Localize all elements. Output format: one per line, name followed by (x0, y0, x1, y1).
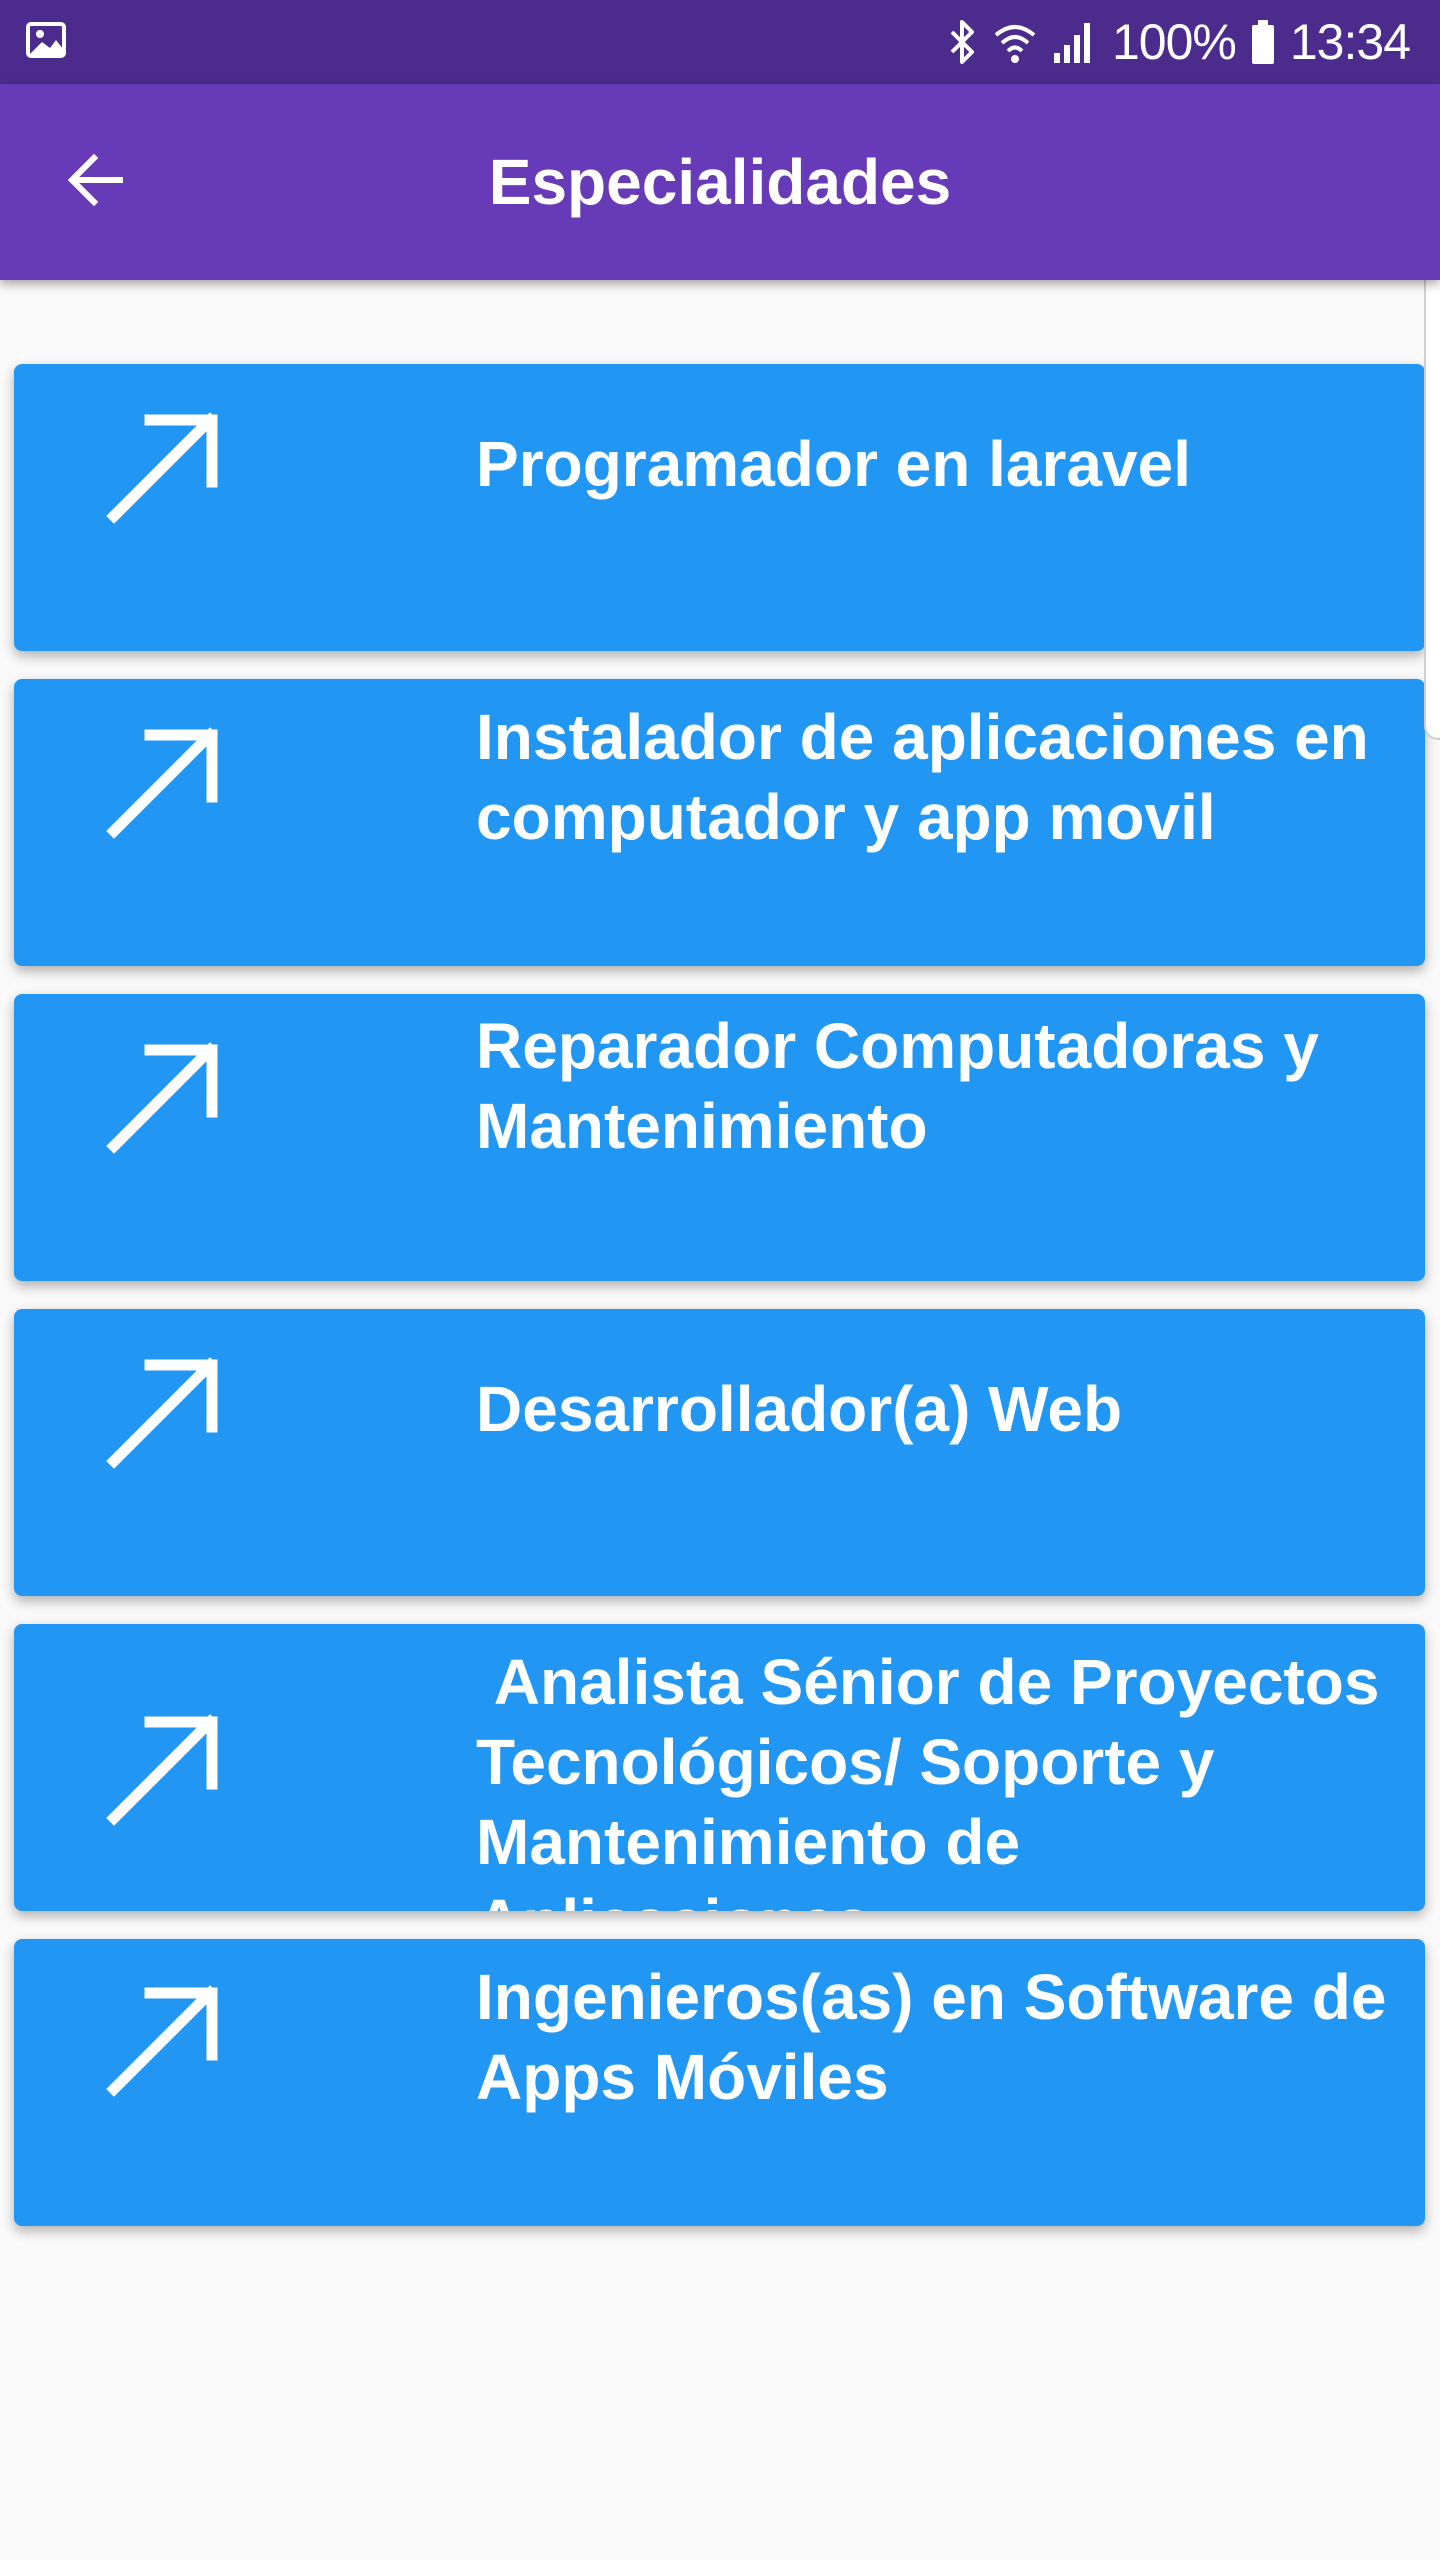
specialty-card[interactable]: Ingenieros(as) en Software de Apps Móvil… (14, 1939, 1425, 2226)
specialty-card[interactable]: Analista Sénior de Proyectos Tecnológico… (14, 1624, 1425, 1911)
arrow-up-right-icon (100, 719, 230, 849)
specialty-title: Ingenieros(as) en Software de Apps Móvil… (476, 1961, 1402, 2113)
scroll-edge-indicator (1424, 250, 1440, 740)
back-button[interactable] (48, 134, 144, 230)
specialty-card[interactable]: Programador en laravel (14, 364, 1425, 651)
specialty-card[interactable]: Desarrollador(a) Web (14, 1309, 1425, 1596)
specialty-title: Analista Sénior de Proyectos Tecnológico… (476, 1646, 1380, 1911)
specialty-title: Programador en laravel (476, 428, 1191, 500)
specialty-card[interactable]: Reparador Computadoras y Mantenimiento (14, 994, 1425, 1281)
arrow-up-right-icon (100, 404, 230, 534)
arrow-up-right-icon (100, 1706, 230, 1836)
app-bar: Especialidades (0, 84, 1440, 280)
arrow-back-icon (64, 148, 128, 217)
specialty-list: Programador en laravel Instalador de apl… (0, 0, 1440, 2560)
specialty-title: Desarrollador(a) Web (476, 1373, 1123, 1445)
specialty-card[interactable]: Instalador de aplicaciones en computador… (14, 679, 1425, 966)
arrow-up-right-icon (100, 1349, 230, 1479)
arrow-up-right-icon (100, 1034, 230, 1164)
specialty-title: Instalador de aplicaciones en computador… (476, 701, 1387, 853)
page-title: Especialidades (488, 146, 952, 218)
specialty-title: Reparador Computadoras y Mantenimiento (476, 1010, 1337, 1162)
arrow-up-right-icon (100, 1977, 230, 2107)
